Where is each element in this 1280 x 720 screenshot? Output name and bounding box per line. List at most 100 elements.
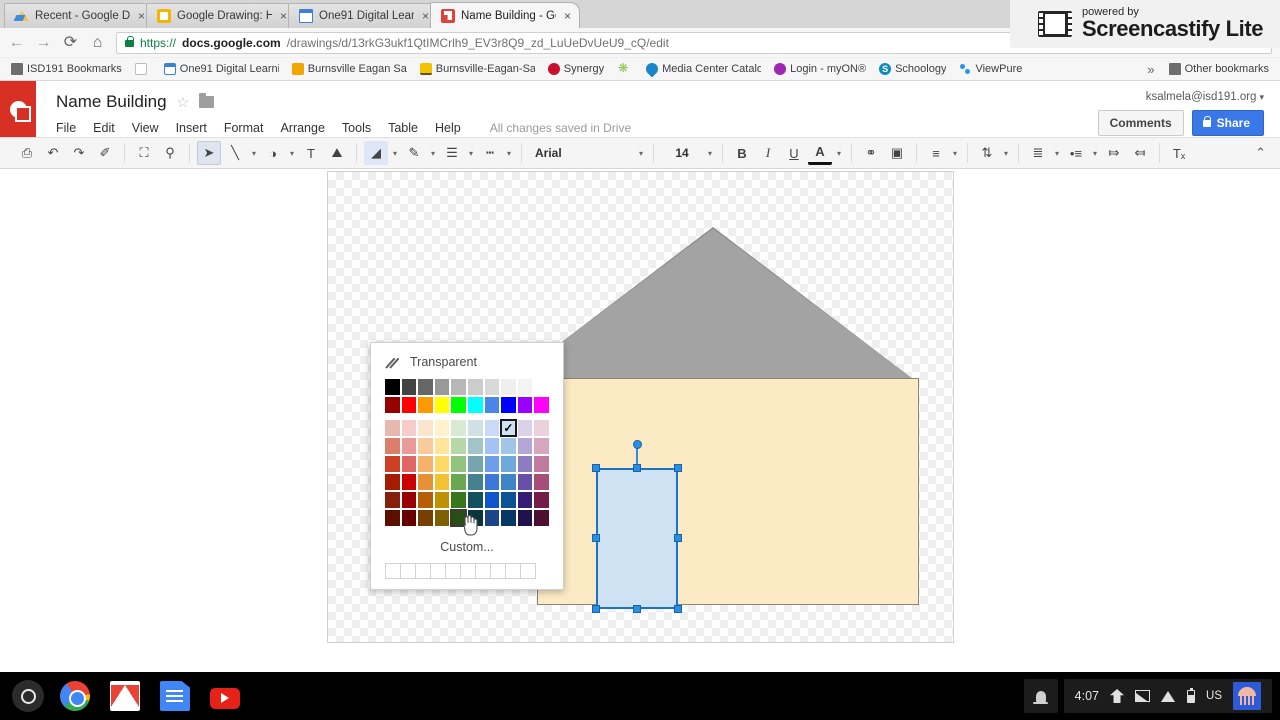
resize-handle-ne[interactable] — [674, 464, 682, 472]
chevron-down-icon[interactable]: ▾ — [950, 141, 960, 165]
browser-tab-recent-google-drive[interactable]: Recent - Google Drive × — [4, 3, 154, 28]
chrome-app-icon[interactable] — [60, 681, 90, 711]
page-title[interactable]: Name Building — [56, 92, 167, 112]
clear-format-icon[interactable]: Tₓ — [1167, 141, 1191, 165]
color-swatch-c27ba0[interactable] — [534, 456, 549, 472]
color-swatch-a61c00[interactable] — [385, 474, 400, 490]
star-icon[interactable]: ☆ — [177, 94, 190, 111]
fill-color-palette-popup[interactable]: Transparent ✓ Custom... — [370, 342, 564, 590]
color-swatch-00ff00[interactable] — [451, 397, 466, 413]
color-swatch-660000[interactable] — [401, 510, 417, 526]
color-swatch-b7b7b7[interactable] — [451, 379, 466, 395]
menu-view[interactable]: View — [132, 121, 159, 135]
line-spacing-icon[interactable]: ⇅ — [975, 141, 999, 165]
color-swatch-ea9999[interactable] — [401, 438, 417, 454]
color-swatch-783f04[interactable] — [418, 510, 433, 526]
color-swatch-073763[interactable] — [501, 510, 516, 526]
line-tool-icon[interactable]: ╲ — [223, 141, 247, 165]
resize-handle-s[interactable] — [633, 605, 641, 613]
chevron-down-icon[interactable]: ▾ — [636, 141, 646, 165]
avatar[interactable] — [1233, 682, 1261, 710]
chevron-down-icon[interactable]: ▾ — [428, 141, 438, 165]
bulleted-list-icon[interactable]: •≡ — [1064, 141, 1088, 165]
color-swatch-dd7e6b[interactable] — [385, 438, 400, 454]
color-swatch-6aa84f[interactable] — [451, 474, 466, 490]
account-menu[interactable]: ksalmela@isd191.org ▾ — [1098, 91, 1264, 103]
menu-format[interactable]: Format — [224, 121, 264, 135]
line-dash-icon[interactable]: ┅ — [478, 141, 502, 165]
resize-handle-e[interactable] — [674, 534, 682, 542]
zoom-icon[interactable]: ⚲ — [158, 141, 182, 165]
chevron-down-icon[interactable]: ▾ — [287, 141, 297, 165]
color-swatch-d0e0e3[interactable] — [467, 420, 483, 436]
resize-handle-n[interactable] — [633, 464, 641, 472]
color-swatch-ffd966[interactable] — [434, 456, 450, 472]
color-swatch-ffe599[interactable] — [434, 438, 450, 454]
bookmark-login-myon[interactable]: Login - myON® — [769, 61, 871, 77]
text-color-icon[interactable]: A — [808, 141, 832, 165]
color-swatch-ffff00[interactable] — [434, 397, 450, 413]
color-swatch-cc0000[interactable] — [401, 474, 417, 490]
color-swatch-741b47[interactable] — [534, 492, 549, 508]
color-swatch-b45f06[interactable] — [418, 492, 433, 508]
bookmark-burnsville-eagan-sav[interactable]: Burnsville Eagan Sav — [287, 61, 412, 77]
underline-button[interactable]: U — [782, 141, 806, 165]
color-swatch-000000[interactable] — [385, 379, 400, 395]
color-swatch-a4c2f4[interactable] — [484, 438, 500, 454]
color-swatch-00ffff[interactable] — [467, 397, 483, 413]
color-swatch-76a5af[interactable] — [467, 456, 483, 472]
color-swatch-f4cccc[interactable] — [401, 420, 417, 436]
select-tool-icon[interactable]: ➤ — [197, 141, 221, 165]
shape-tool-icon[interactable]: ◑ — [261, 141, 285, 165]
browser-tab-name-building[interactable]: Name Building - Google × — [430, 2, 580, 28]
color-swatch-fce5cd[interactable] — [418, 420, 433, 436]
align-icon[interactable]: ≡ — [924, 141, 948, 165]
indent-less-icon[interactable]: ⤇ — [1102, 141, 1126, 165]
color-swatch-7f6000[interactable] — [434, 510, 450, 526]
color-swatch-980000[interactable] — [385, 397, 400, 413]
menu-table[interactable]: Table — [388, 121, 418, 135]
menu-file[interactable]: File — [56, 121, 76, 135]
color-swatch-cc4125[interactable] — [385, 456, 400, 472]
house-body-rectangle-shape[interactable] — [537, 378, 919, 605]
bookmark-synergy[interactable]: Synergy — [543, 61, 609, 77]
bold-button[interactable]: B — [730, 141, 754, 165]
color-swatch-ff0000[interactable] — [401, 397, 417, 413]
custom-color-slot[interactable] — [520, 563, 536, 579]
bookmark-schoology[interactable]: S Schoology — [874, 61, 951, 77]
chevron-down-icon[interactable]: ▾ — [1090, 141, 1100, 165]
color-swatch-990000[interactable] — [401, 492, 417, 508]
undo-icon[interactable]: ↶ — [41, 141, 65, 165]
collapse-toolbar-icon[interactable]: ⌃ — [1255, 145, 1272, 161]
chevron-down-icon[interactable]: ▾ — [466, 141, 476, 165]
custom-color-slot[interactable] — [385, 563, 401, 579]
browser-tab-one91-digital-learning[interactable]: One91 Digital Learning × — [288, 3, 438, 28]
color-swatch-1c4587[interactable] — [484, 510, 500, 526]
rotate-handle[interactable] — [632, 440, 642, 449]
color-swatch-a64d79[interactable] — [534, 474, 549, 490]
back-icon[interactable]: ← — [8, 34, 25, 51]
color-swatch-8e7cc3[interactable] — [517, 456, 533, 472]
custom-color-slot[interactable] — [445, 563, 461, 579]
color-swatch-674ea7[interactable] — [517, 474, 533, 490]
color-swatch-0000ff[interactable] — [501, 397, 516, 413]
color-swatch-grid[interactable]: ✓ — [371, 379, 563, 527]
color-swatch-85200c[interactable] — [385, 492, 400, 508]
color-swatch-434343[interactable] — [401, 379, 417, 395]
menu-tools[interactable]: Tools — [342, 121, 371, 135]
bookmark-untitled-document[interactable] — [130, 61, 156, 77]
link-icon[interactable]: ⚭ — [859, 141, 883, 165]
color-swatch-ff00ff[interactable] — [534, 397, 549, 413]
custom-colors-row[interactable] — [371, 563, 563, 579]
bookmark-burnsville-eagan-sav-2[interactable]: Burnsville-Eagan-Sav — [415, 61, 540, 77]
notifications-button[interactable] — [1023, 679, 1058, 713]
color-swatch-4a86e8[interactable] — [484, 397, 500, 413]
color-swatch-93c47d[interactable] — [451, 456, 466, 472]
chevron-down-icon[interactable]: ▾ — [1052, 141, 1062, 165]
color-swatch-a2c4c9[interactable] — [467, 438, 483, 454]
menu-edit[interactable]: Edit — [93, 121, 115, 135]
chevron-down-icon[interactable]: ▾ — [705, 141, 715, 165]
custom-color-slot[interactable] — [415, 563, 431, 579]
bookmarks-overflow-icon[interactable]: » — [1141, 62, 1160, 77]
color-swatch-d9d2e9[interactable] — [517, 420, 533, 436]
